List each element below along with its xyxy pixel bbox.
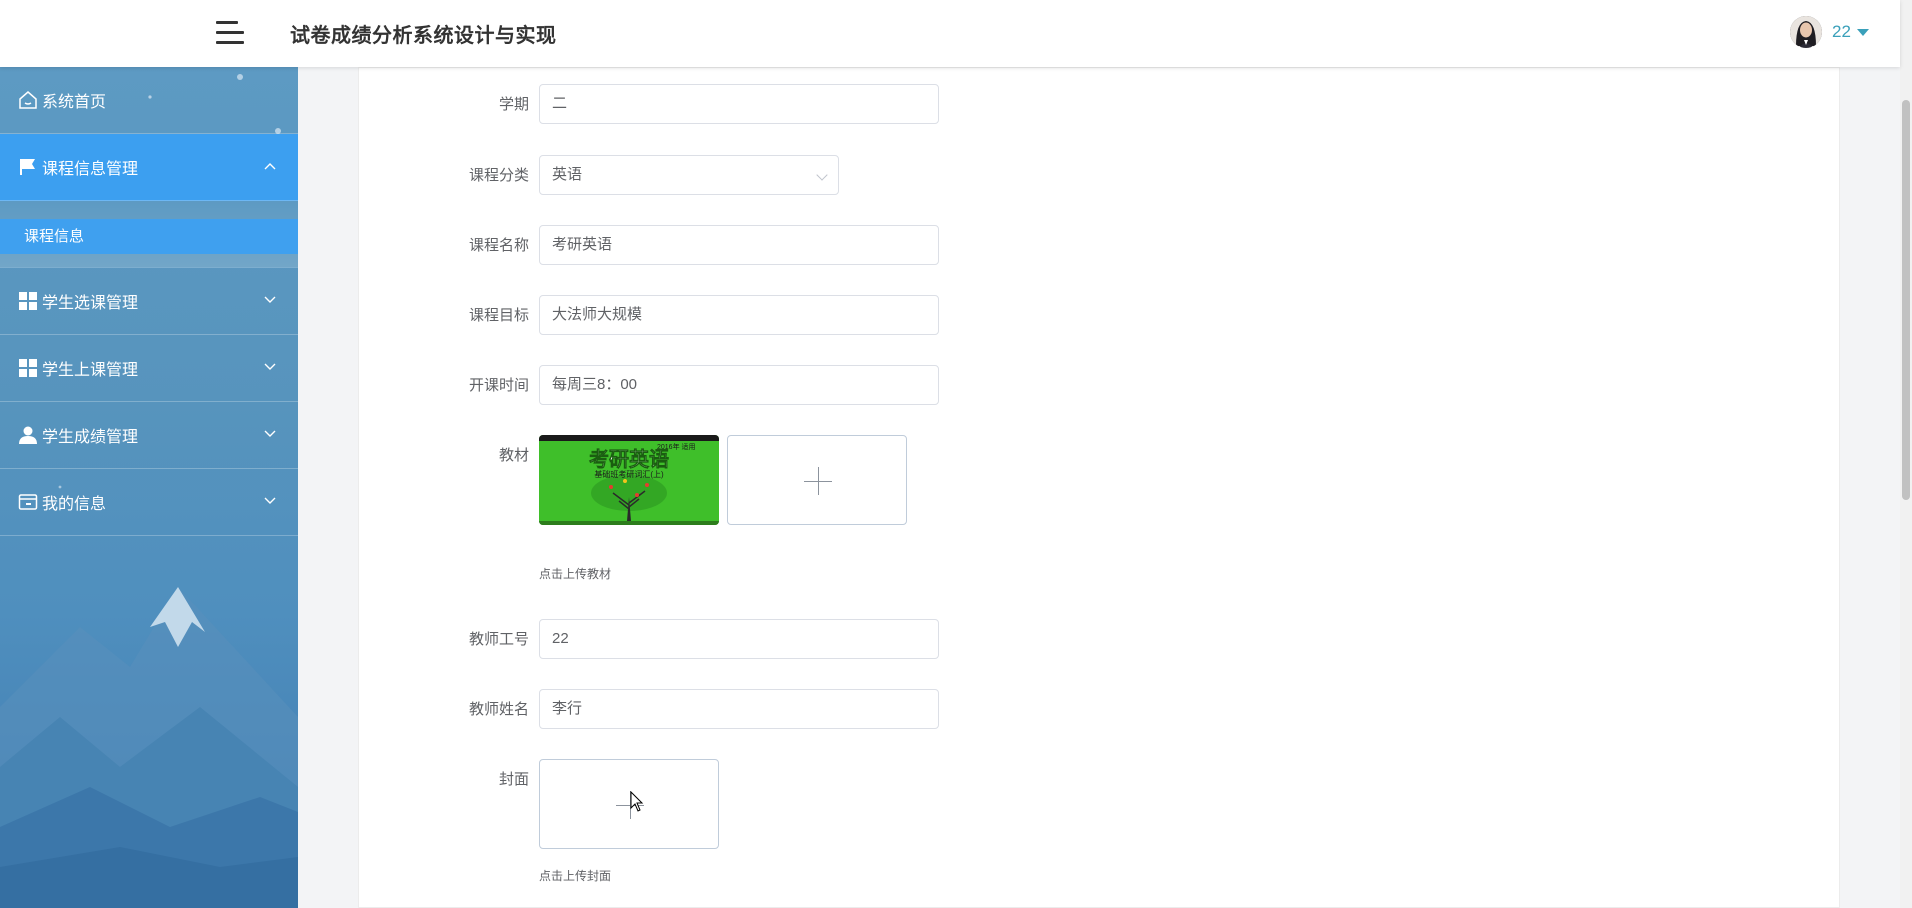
- plus-icon-vertical: [818, 467, 819, 495]
- textbook-title-text: 考研英语: [589, 447, 669, 471]
- sidebar: 系统首页 课程信息管理 课程信息 学生选课管理 学生上课管理 学生成绩管理 我的…: [0, 67, 298, 908]
- schedule-label: 开课时间: [468, 377, 529, 394]
- course-name-label: 课程名称: [468, 237, 529, 254]
- home-icon: [19, 91, 37, 109]
- sidebar-item-home[interactable]: 系统首页: [0, 67, 298, 134]
- teacher-name-field[interactable]: 李行: [539, 689, 939, 729]
- semester-label: 学期: [498, 96, 529, 113]
- sidebar-item-course-info[interactable]: 课程信息管理: [0, 134, 298, 201]
- schedule-field[interactable]: 每周三8：00: [539, 365, 939, 405]
- textbook-label: 教材: [498, 447, 529, 464]
- grid-icon: [19, 359, 37, 377]
- cover-label: 封面: [498, 771, 529, 788]
- submenu-item-course-info[interactable]: 课程信息: [0, 219, 298, 254]
- user-icon: [19, 426, 37, 444]
- teacher-name-label: 教师姓名: [468, 701, 529, 718]
- course-info-submenu: 课程信息: [0, 201, 298, 268]
- grid-icon: [19, 292, 37, 310]
- sidebar-item-course-selection[interactable]: 学生选课管理: [0, 268, 298, 335]
- teacher-id-label: 教师工号: [468, 631, 529, 648]
- page-scrollbar[interactable]: [1900, 0, 1912, 908]
- sidebar-item-attendance[interactable]: 学生上课管理: [0, 335, 298, 402]
- category-label: 课程分类: [468, 167, 529, 184]
- sidebar-item-label: 学生选课管理: [42, 295, 139, 312]
- chevron-down-icon: [264, 497, 276, 504]
- wallet-icon: [18, 494, 38, 510]
- category-select[interactable]: 英语: [539, 155, 839, 195]
- chevron-down-icon: [264, 430, 276, 437]
- cover-upload-button[interactable]: [539, 759, 719, 849]
- sidebar-item-grades[interactable]: 学生成绩管理: [0, 402, 298, 469]
- semester-field[interactable]: 二: [539, 84, 939, 124]
- avatar: [1790, 16, 1822, 48]
- textbook-upload-tip: 点击上传教材: [539, 567, 612, 581]
- caret-down-icon: [1856, 28, 1869, 36]
- app-title: 试卷成绩分析系统设计与实现: [290, 25, 557, 47]
- sidebar-item-my-info[interactable]: 我的信息: [0, 469, 298, 536]
- chevron-down-icon: [264, 363, 276, 370]
- category-selected-value: 英语: [552, 166, 583, 183]
- sidebar-item-label: 学生上课管理: [42, 362, 139, 379]
- textbook-thumbnail[interactable]: 2016年 适用 考研英语 基础班考研词汇(上): [539, 435, 719, 525]
- course-goal-label: 课程目标: [468, 307, 529, 324]
- course-form-card: 学期 二 课程分类 英语 课程名称 考研英语 课程目标 大法师大规模 开课时间 …: [358, 67, 1840, 908]
- sidebar-item-label: 学生成绩管理: [42, 429, 139, 446]
- teacher-id-field[interactable]: 22: [539, 619, 939, 659]
- textbook-subtitle-text: 基础班考研词汇(上): [594, 469, 664, 479]
- chevron-down-icon: [816, 169, 828, 181]
- top-header: 试卷成绩分析系统设计与实现 22: [0, 0, 1900, 67]
- mouse-cursor-icon: [630, 791, 644, 812]
- scrollbar-thumb[interactable]: [1902, 100, 1910, 500]
- flag-icon: [20, 159, 35, 175]
- sidebar-item-label: 系统首页: [42, 94, 107, 111]
- course-name-field[interactable]: 考研英语: [539, 225, 939, 265]
- username: 22: [1832, 22, 1851, 41]
- textbook-upload-button[interactable]: [727, 435, 907, 525]
- sidebar-menu: 系统首页 课程信息管理 课程信息 学生选课管理 学生上课管理 学生成绩管理 我的…: [0, 67, 298, 536]
- user-menu[interactable]: 22: [1790, 15, 1869, 49]
- course-goal-field[interactable]: 大法师大规模: [539, 295, 939, 335]
- sidebar-item-label: 我的信息: [42, 496, 107, 513]
- menu-toggle-icon[interactable]: [216, 20, 244, 46]
- sidebar-item-label: 课程信息管理: [42, 161, 139, 178]
- chevron-up-icon: [264, 163, 276, 170]
- chevron-down-icon: [264, 296, 276, 303]
- cover-upload-tip: 点击上传封面: [539, 869, 612, 883]
